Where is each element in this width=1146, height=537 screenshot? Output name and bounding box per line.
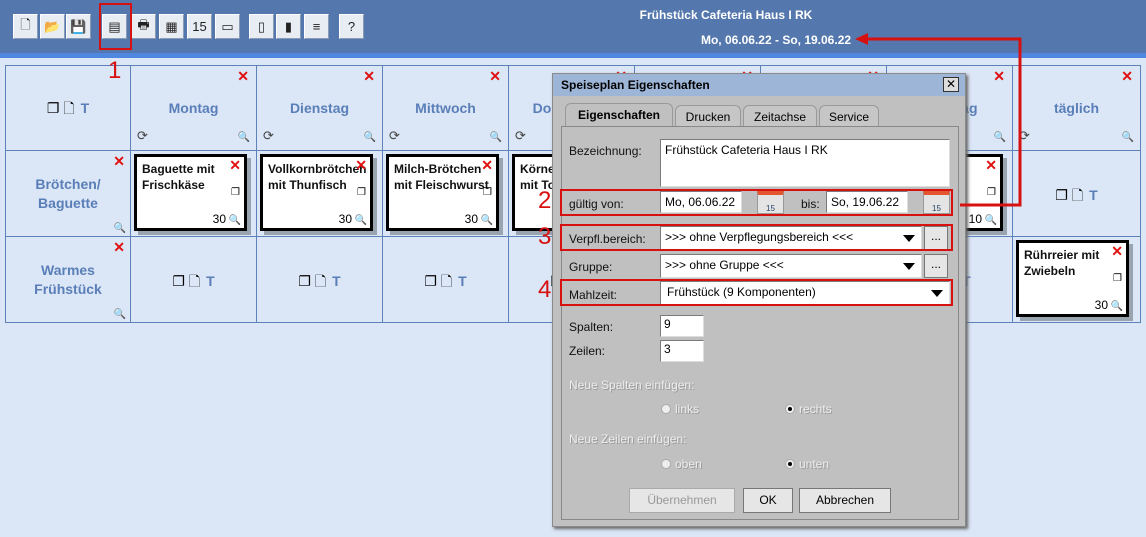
annotation-arrow xyxy=(855,33,1022,207)
